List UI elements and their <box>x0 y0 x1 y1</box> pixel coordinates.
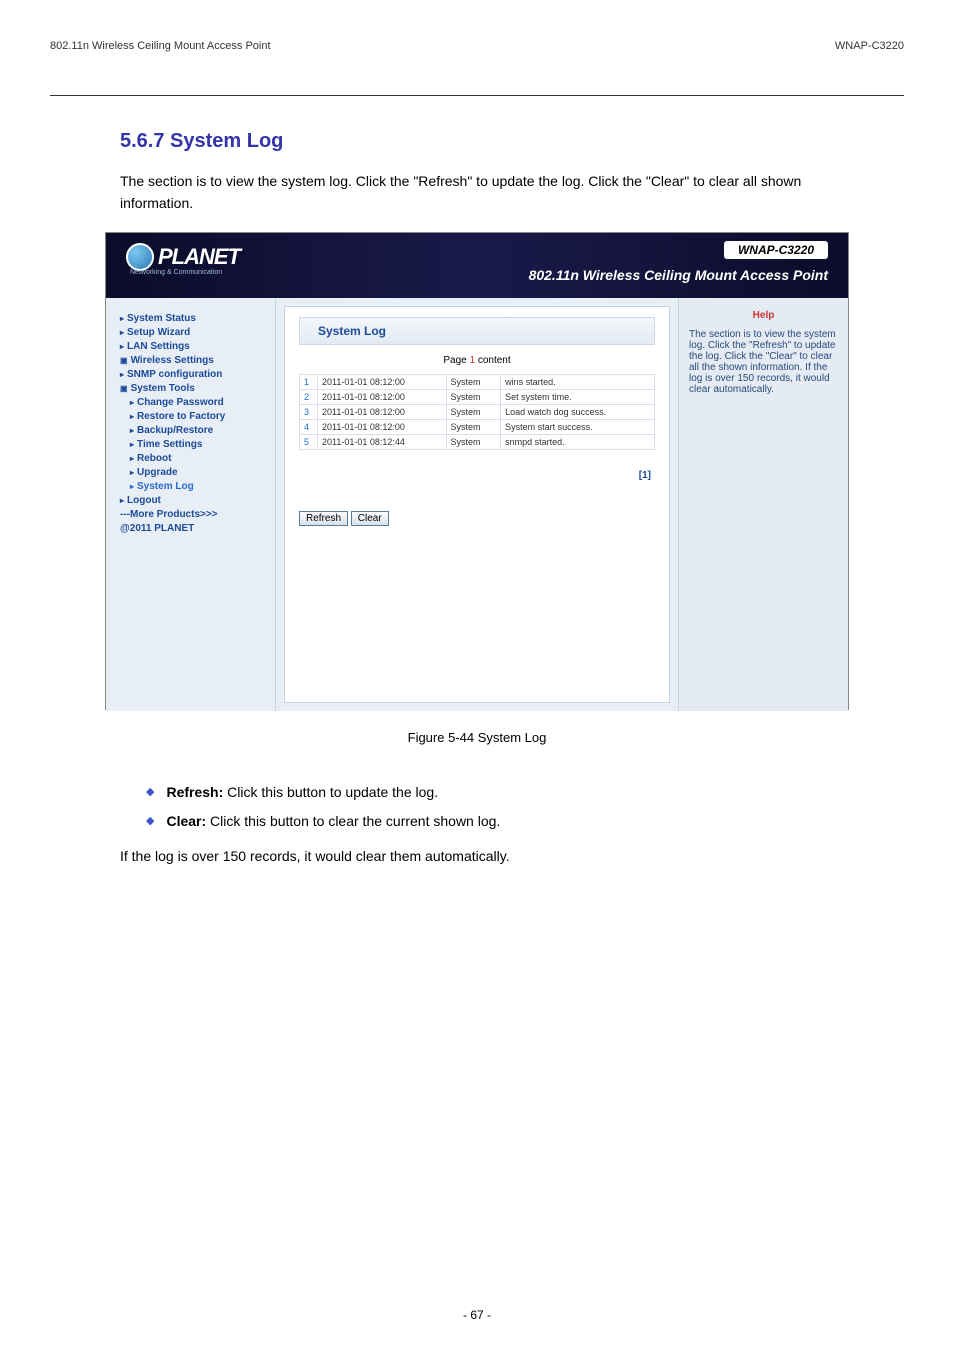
log-index: 5 <box>300 435 318 450</box>
refresh-button[interactable]: Refresh <box>299 511 348 526</box>
sidebar-item-wireless-settings[interactable]: Wireless Settings <box>120 355 267 366</box>
log-time: 2011-01-01 08:12:00 <box>318 390 447 405</box>
diamond-icon: ◆ <box>146 783 154 803</box>
log-index: 1 <box>300 375 318 390</box>
bullet-text: Click this button to clear the current s… <box>210 813 500 829</box>
log-table: 12011-01-01 08:12:00Systemwins started. … <box>299 374 655 450</box>
bullet-clear: ◆ Clear: Click this button to clear the … <box>146 809 834 834</box>
log-time: 2011-01-01 08:12:00 <box>318 405 447 420</box>
bullet-refresh: ◆ Refresh: Click this button to update t… <box>146 780 834 805</box>
sidebar-item-lan-settings[interactable]: LAN Settings <box>120 341 267 352</box>
clear-button[interactable]: Clear <box>351 511 389 526</box>
help-title: Help <box>689 310 838 321</box>
app-window: PLANET Networking & Communication WNAP-C… <box>105 232 849 710</box>
globe-icon <box>126 243 154 271</box>
sidebar-item-system-status[interactable]: System Status <box>120 313 267 324</box>
log-index: 2 <box>300 390 318 405</box>
log-source: System <box>446 420 501 435</box>
sidebar-item-system-tools[interactable]: System Tools <box>120 383 267 394</box>
logo: PLANET Networking & Communication <box>126 243 240 276</box>
log-message: Load watch dog success. <box>501 405 655 420</box>
main-panel: System Log Page 1 content 12011-01-01 08… <box>284 306 670 703</box>
log-time: 2011-01-01 08:12:00 <box>318 375 447 390</box>
log-source: System <box>446 435 501 450</box>
sidebar-sub-upgrade[interactable]: Upgrade <box>130 467 267 478</box>
sidebar-sub-backup-restore[interactable]: Backup/Restore <box>130 425 267 436</box>
bullet-label: Refresh: <box>166 784 227 800</box>
log-message: System start success. <box>501 420 655 435</box>
brand-tagline: Networking & Communication <box>130 269 240 276</box>
sidebar-sub-time-settings[interactable]: Time Settings <box>130 439 267 450</box>
page-prefix: Page <box>443 355 469 366</box>
page-indicator: Page 1 content <box>299 355 655 366</box>
log-time: 2011-01-01 08:12:00 <box>318 420 447 435</box>
table-row: 22011-01-01 08:12:00SystemSet system tim… <box>300 390 655 405</box>
sidebar-copyright: @2011 PLANET <box>120 523 267 534</box>
page-suffix: content <box>475 355 511 366</box>
sidebar-item-logout[interactable]: Logout <box>120 495 267 506</box>
button-row: Refresh Clear <box>299 511 655 526</box>
log-index: 3 <box>300 405 318 420</box>
sidebar-item-setup-wizard[interactable]: Setup Wizard <box>120 327 267 338</box>
table-row: 52011-01-01 08:12:44Systemsnmpd started. <box>300 435 655 450</box>
panel-title-bar: System Log <box>299 317 655 345</box>
brand-text: PLANET <box>158 244 240 270</box>
sidebar-sub-reboot[interactable]: Reboot <box>130 453 267 464</box>
model-badge: WNAP-C3220 <box>724 241 828 259</box>
doc-header-left: 802.11n Wireless Ceiling Mount Access Po… <box>50 40 271 52</box>
log-message: Set system time. <box>501 390 655 405</box>
sidebar-item-snmp-config[interactable]: SNMP configuration <box>120 369 267 380</box>
log-time: 2011-01-01 08:12:44 <box>318 435 447 450</box>
log-source: System <box>446 390 501 405</box>
log-message: snmpd started. <box>501 435 655 450</box>
page-footer: - 67 - <box>0 1308 954 1322</box>
app-header: PLANET Networking & Communication WNAP-C… <box>106 233 848 298</box>
figure-caption: Figure 5-44 System Log <box>0 730 954 745</box>
table-row: 32011-01-01 08:12:00SystemLoad watch dog… <box>300 405 655 420</box>
diamond-icon: ◆ <box>146 812 154 832</box>
bullet-text: Click this button to update the log. <box>227 784 438 800</box>
panel-title: System Log <box>318 324 386 338</box>
log-source: System <box>446 375 501 390</box>
sidebar: System Status Setup Wizard LAN Settings … <box>106 298 276 711</box>
table-row: 12011-01-01 08:12:00Systemwins started. <box>300 375 655 390</box>
horizontal-rule <box>50 95 904 96</box>
model-subtitle: 802.11n Wireless Ceiling Mount Access Po… <box>529 267 828 283</box>
sidebar-sub-system-log[interactable]: System Log <box>130 481 267 492</box>
doc-header: 802.11n Wireless Ceiling Mount Access Po… <box>50 40 904 52</box>
help-panel: Help The section is to view the system l… <box>678 298 848 711</box>
help-text: The section is to view the system log. C… <box>689 329 838 395</box>
sidebar-sub-change-password[interactable]: Change Password <box>130 397 267 408</box>
table-row: 42011-01-01 08:12:00SystemSystem start s… <box>300 420 655 435</box>
section-description: The section is to view the system log. C… <box>120 170 834 215</box>
log-message: wins started. <box>501 375 655 390</box>
log-source: System <box>446 405 501 420</box>
sidebar-sub-restore-factory[interactable]: Restore to Factory <box>130 411 267 422</box>
sidebar-more-products[interactable]: ---More Products>>> <box>120 509 267 520</box>
pager[interactable]: [1] <box>299 470 651 481</box>
description-block: ◆ Refresh: Click this button to update t… <box>120 776 834 870</box>
note-text: If the log is over 150 records, it would… <box>120 844 834 869</box>
bullet-label: Clear: <box>166 813 210 829</box>
doc-header-right: WNAP-C3220 <box>835 40 904 52</box>
log-index: 4 <box>300 420 318 435</box>
section-heading: 5.6.7 System Log <box>120 130 283 153</box>
